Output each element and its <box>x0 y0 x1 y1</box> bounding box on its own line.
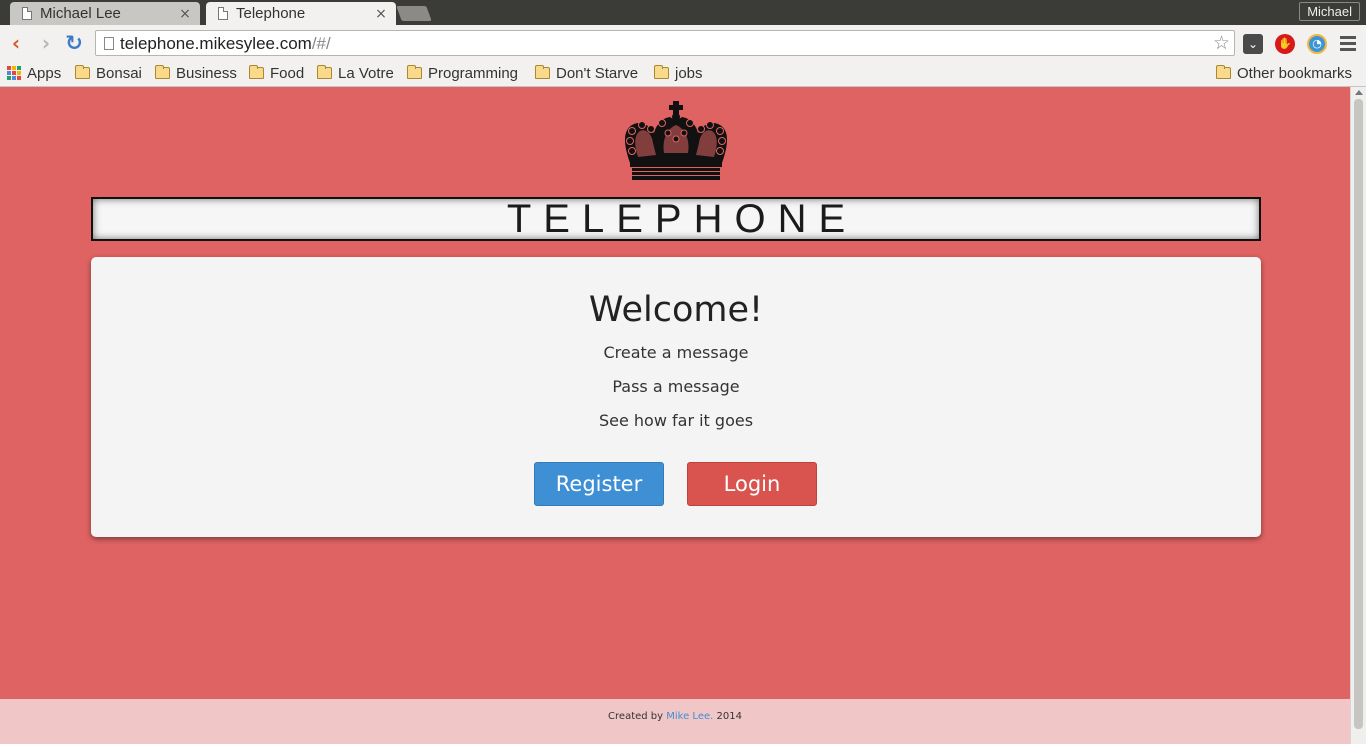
author-link[interactable]: Mike Lee. <box>666 711 713 722</box>
tagline-pass: Pass a message <box>612 377 740 396</box>
folder-icon <box>654 65 669 79</box>
new-tab-button[interactable] <box>396 6 432 21</box>
bookmarks-bar: Apps Bonsai Business Food La Votre Progr… <box>0 61 1366 87</box>
bookmark-star-icon[interactable]: ☆ <box>1213 32 1230 54</box>
tab-title: Telephone <box>236 5 306 22</box>
bookmark-label: Other bookmarks <box>1237 64 1353 82</box>
page-icon <box>22 7 32 20</box>
bookmark-label: Don't Starve <box>556 64 639 82</box>
bookmark-folder-business[interactable]: Business <box>155 63 237 83</box>
register-button[interactable]: Register <box>534 462 664 506</box>
bookmark-folder-la-votre[interactable]: La Votre <box>317 63 394 83</box>
footer-prefix: Created by <box>608 711 667 722</box>
tagline-see: See how far it goes <box>598 411 754 430</box>
url-text[interactable]: telephone.mikesylee.com/#/ <box>120 34 331 54</box>
bookmark-folder-food[interactable]: Food <box>249 63 304 83</box>
url-host: telephone.mikesylee.com <box>120 34 312 53</box>
close-icon[interactable]: × <box>374 6 388 22</box>
pocket-extension-icon[interactable]: ⌄ <box>1243 34 1263 54</box>
vertical-scrollbar[interactable] <box>1350 87 1366 744</box>
welcome-card: Welcome! Create a message Pass a message… <box>91 257 1261 537</box>
tab-strip: Michael Lee × Telephone × Michael <box>0 0 1366 25</box>
back-arrow-icon[interactable]: ‹ <box>5 32 27 54</box>
reload-icon[interactable]: ↻ <box>63 32 85 54</box>
bookmark-label: Apps <box>27 64 62 82</box>
forward-arrow-icon[interactable]: › <box>35 32 57 54</box>
bookmark-folder-other[interactable]: Other bookmarks <box>1216 63 1352 83</box>
bookmark-label: jobs <box>675 64 703 82</box>
url-path: /#/ <box>311 34 331 53</box>
bookmark-folder-jobs[interactable]: jobs <box>654 63 703 83</box>
bookmark-folder-bonsai[interactable]: Bonsai <box>75 63 142 83</box>
site-title-banner: TELEPHONE <box>91 197 1261 241</box>
folder-icon <box>407 65 422 79</box>
timer-extension-icon[interactable]: ◔ <box>1307 34 1327 54</box>
folder-icon <box>249 65 264 79</box>
scrollbar-thumb[interactable] <box>1354 99 1363 729</box>
crown-logo-icon <box>625 101 727 180</box>
footer-year: 2014 <box>713 711 742 722</box>
bookmark-label: Bonsai <box>96 64 142 82</box>
login-button[interactable]: Login <box>687 462 817 506</box>
scroll-up-arrow-icon[interactable] <box>1355 90 1363 95</box>
folder-icon <box>535 65 550 79</box>
folder-icon <box>1216 65 1231 79</box>
profile-button[interactable]: Michael <box>1299 2 1360 21</box>
tab-title: Michael Lee <box>40 5 121 22</box>
page-viewport: TELEPHONE Welcome! Create a message Pass… <box>0 87 1350 744</box>
folder-icon <box>75 65 90 79</box>
bookmark-apps[interactable]: Apps <box>7 63 61 83</box>
browser-toolbar: ‹ › ↻ telephone.mikesylee.com/#/ ☆ ⌄ ✋ ◔ <box>0 25 1366 61</box>
bookmark-folder-programming[interactable]: Programming <box>407 63 518 83</box>
bookmark-folder-dont-starve[interactable]: Don't Starve <box>535 63 638 83</box>
bookmark-label: Food <box>270 64 305 82</box>
apps-grid-icon <box>7 66 21 80</box>
folder-icon <box>317 65 332 79</box>
folder-icon <box>155 65 170 79</box>
tab-michael-lee[interactable]: Michael Lee × <box>10 2 200 25</box>
site-title: TELEPHONE <box>506 197 858 241</box>
page-icon <box>218 7 228 20</box>
bookmark-label: Programming <box>428 64 519 82</box>
menu-icon[interactable] <box>1340 36 1356 54</box>
page-icon <box>104 37 114 50</box>
bookmark-label: Business <box>176 64 237 82</box>
page-footer: Created by Mike Lee. 2014 <box>0 699 1350 744</box>
welcome-heading: Welcome! <box>588 290 764 330</box>
address-bar[interactable]: telephone.mikesylee.com/#/ ☆ <box>95 30 1235 56</box>
bookmark-label: La Votre <box>338 64 394 82</box>
tab-telephone[interactable]: Telephone × <box>206 2 396 25</box>
tagline-create: Create a message <box>603 343 749 362</box>
close-icon[interactable]: × <box>178 6 192 22</box>
adblock-extension-icon[interactable]: ✋ <box>1275 34 1295 54</box>
footer-credit: Created by Mike Lee. 2014 <box>0 711 1350 722</box>
